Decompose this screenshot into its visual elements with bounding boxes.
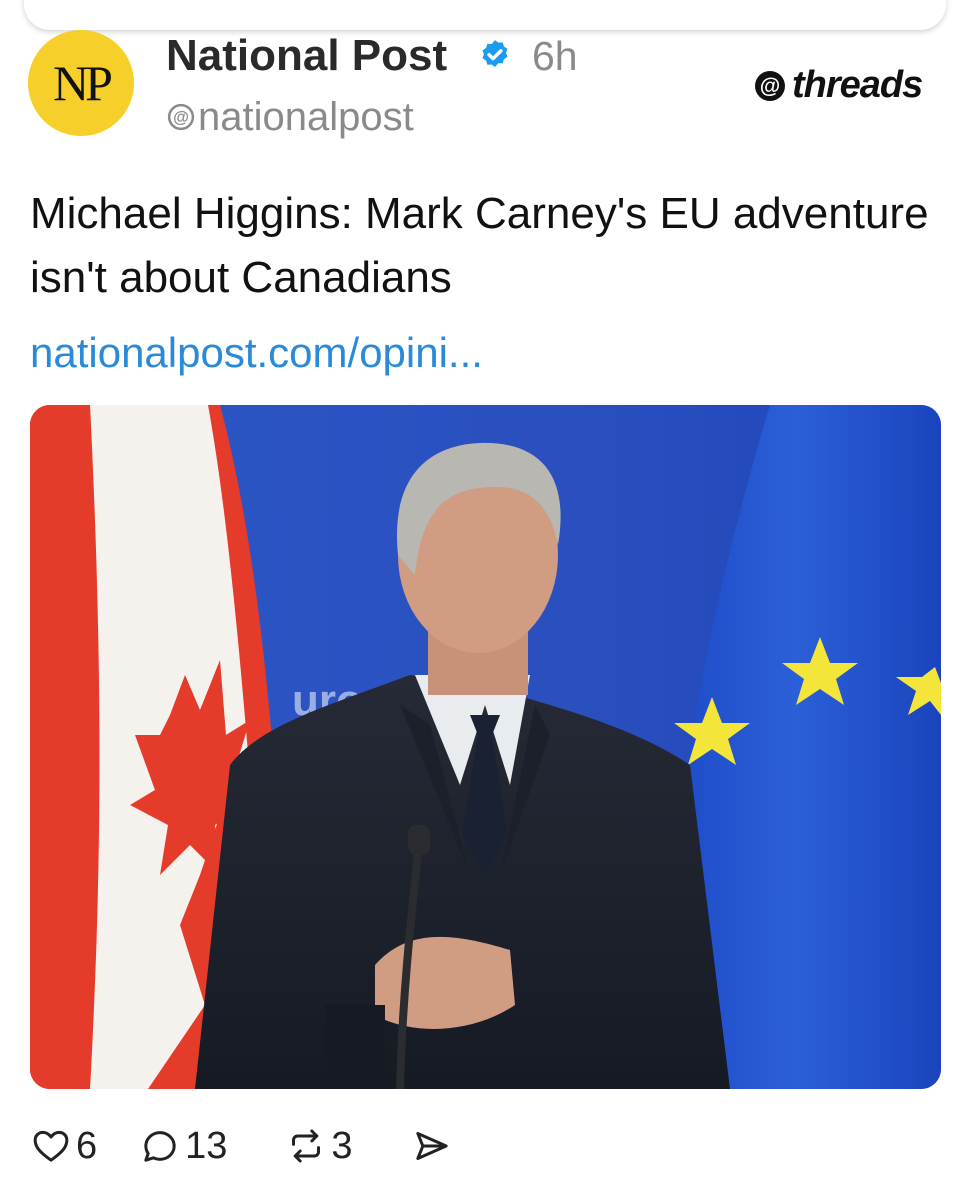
comment-icon	[144, 1131, 176, 1162]
account-handle[interactable]: @ nationalpost	[166, 92, 414, 142]
post-headline[interactable]: Michael Higgins: Mark Carney's EU advent…	[30, 182, 930, 310]
repost-count: 3	[331, 1124, 353, 1167]
threads-handle-icon: @	[167, 103, 195, 131]
heart-icon	[33, 1130, 69, 1162]
repost-icon	[292, 1129, 321, 1163]
post-actions: 6 13 3	[30, 1118, 453, 1174]
svg-text:@: @	[173, 109, 189, 127]
article-link[interactable]: nationalpost.com/opini...	[30, 326, 483, 380]
repost-button[interactable]: 3	[285, 1124, 353, 1168]
previous-post-card	[24, 0, 946, 30]
svg-text:@: @	[760, 74, 780, 97]
comment-button[interactable]: 13	[139, 1125, 227, 1168]
like-count: 6	[76, 1124, 98, 1167]
avatar[interactable]: NP	[28, 30, 134, 136]
verified-badge-icon	[482, 40, 508, 68]
threads-logo: @ threads	[752, 64, 923, 107]
handle-text: nationalpost	[198, 95, 414, 139]
share-button[interactable]	[411, 1126, 453, 1166]
share-send-icon	[415, 1132, 448, 1160]
comment-count: 13	[185, 1124, 228, 1167]
avatar-logo-text: NP	[53, 55, 113, 111]
threads-logo-icon: @	[755, 70, 785, 101]
threads-wordmark: threads	[792, 64, 923, 106]
photo-illustration: uro	[30, 405, 941, 1089]
account-name[interactable]: National Post	[166, 30, 447, 82]
like-button[interactable]: 6	[30, 1125, 97, 1168]
post-time: 6h	[532, 33, 578, 79]
post-photo[interactable]: uro	[30, 405, 941, 1089]
